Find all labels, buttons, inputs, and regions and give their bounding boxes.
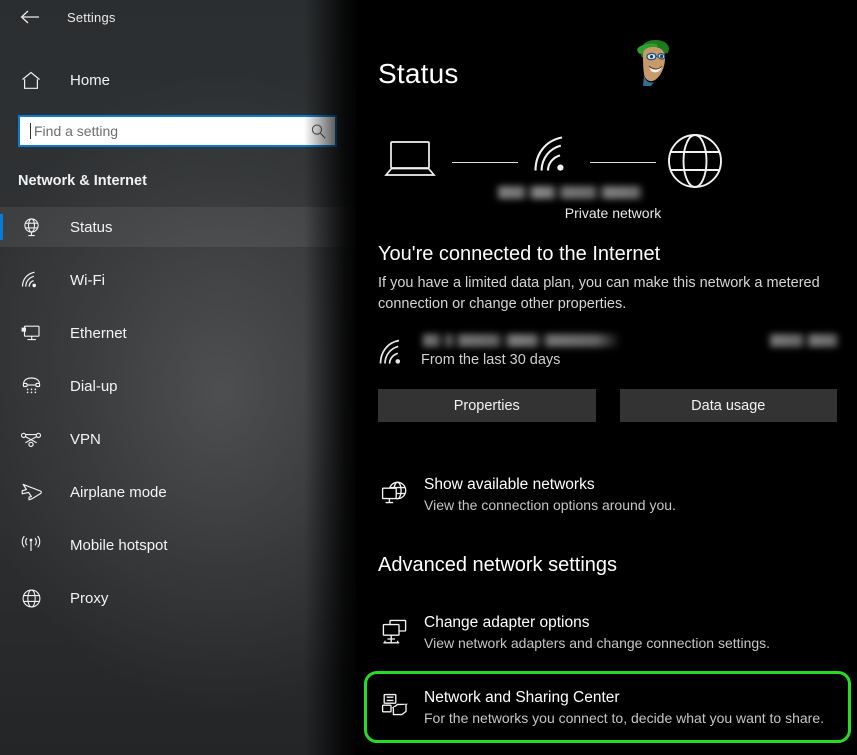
sidebar-item-label: Status bbox=[70, 218, 113, 236]
action-buttons: Properties Data usage bbox=[378, 389, 837, 422]
sidebar-item-home[interactable]: Home bbox=[0, 63, 356, 97]
airplane-icon bbox=[18, 479, 44, 505]
usage-network-name-redacted bbox=[421, 334, 621, 347]
network-sharing-center-link[interactable]: Network and Sharing Center For the netwo… bbox=[378, 688, 838, 728]
home-icon bbox=[18, 67, 44, 93]
link-title: Change adapter options bbox=[424, 614, 590, 631]
text-caret bbox=[30, 123, 31, 139]
search-input[interactable]: Find a setting bbox=[18, 115, 337, 147]
link-text-group: Network and Sharing Center For the netwo… bbox=[424, 688, 824, 728]
active-indicator bbox=[0, 214, 3, 240]
ethernet-icon bbox=[18, 320, 44, 346]
sidebar-item-label: Airplane mode bbox=[70, 483, 167, 501]
sidebar-item-label: Proxy bbox=[70, 589, 109, 607]
usage-amount-redacted bbox=[768, 334, 840, 347]
laptop-icon bbox=[382, 138, 438, 182]
network-name-redacted bbox=[496, 186, 644, 199]
sidebar-item-label: Mobile hotspot bbox=[70, 536, 168, 554]
window-title: Settings bbox=[67, 9, 116, 25]
search-icon[interactable] bbox=[310, 123, 327, 140]
sidebar-item-label: Dial-up bbox=[70, 377, 118, 395]
link-title: Network and Sharing Center bbox=[424, 689, 620, 706]
usage-period-label: From the last 30 days bbox=[421, 352, 561, 368]
sidebar-item-vpn[interactable]: VPN bbox=[0, 419, 356, 459]
advanced-settings-heading: Advanced network settings bbox=[378, 554, 618, 576]
wifi-signal-icon bbox=[378, 339, 408, 367]
sidebar-nav: Status Wi-Fi Ethernet Dial-up VPN Airpla… bbox=[0, 207, 356, 618]
properties-button[interactable]: Properties bbox=[378, 389, 596, 422]
adapter-monitors-icon bbox=[378, 615, 412, 649]
globe-status-icon bbox=[18, 214, 44, 240]
main-content: Status Private network You're connected … bbox=[356, 0, 857, 755]
sidebar-item-dialup[interactable]: Dial-up bbox=[0, 366, 356, 406]
sidebar: Settings Home Find a setting Network & I… bbox=[0, 0, 356, 755]
user-avatar-watermark bbox=[631, 36, 675, 86]
sidebar-section-heading: Network & Internet bbox=[18, 173, 147, 189]
dialup-phone-icon bbox=[18, 373, 44, 399]
wifi-icon bbox=[18, 267, 44, 293]
link-text-group: Change adapter options View network adap… bbox=[424, 613, 770, 653]
change-adapter-options-link[interactable]: Change adapter options View network adap… bbox=[378, 613, 838, 653]
network-type-label: Private network bbox=[564, 205, 662, 221]
sidebar-item-label: Ethernet bbox=[70, 324, 127, 342]
diagram-connector-left bbox=[452, 162, 518, 163]
data-usage-summary: From the last 30 days bbox=[378, 331, 840, 373]
diagram-connector-right bbox=[590, 162, 656, 163]
proxy-globe-icon bbox=[18, 585, 44, 611]
sidebar-item-mobile-hotspot[interactable]: Mobile hotspot bbox=[0, 525, 356, 565]
sidebar-item-proxy[interactable]: Proxy bbox=[0, 578, 356, 618]
connection-heading: You're connected to the Internet bbox=[378, 243, 661, 265]
link-subtitle: View network adapters and change connect… bbox=[424, 635, 771, 651]
sidebar-item-ethernet[interactable]: Ethernet bbox=[0, 313, 356, 353]
globe-icon bbox=[666, 132, 724, 190]
hotspot-icon bbox=[18, 532, 44, 558]
connection-description: If you have a limited data plan, you can… bbox=[378, 275, 820, 312]
sidebar-item-label: VPN bbox=[70, 430, 101, 448]
link-text-group: Show available networks View the connect… bbox=[424, 475, 676, 515]
network-sharing-icon bbox=[378, 690, 412, 724]
link-subtitle: For the networks you connect to, decide … bbox=[424, 710, 824, 726]
vpn-icon bbox=[18, 426, 44, 452]
link-subtitle: View the connection options around you. bbox=[424, 497, 676, 513]
search-placeholder: Find a setting bbox=[34, 123, 119, 139]
show-available-networks-link[interactable]: Show available networks View the connect… bbox=[378, 475, 838, 515]
home-label: Home bbox=[70, 71, 111, 89]
search-container: Find a setting bbox=[18, 115, 337, 147]
settings-window: Settings Home Find a setting Network & I… bbox=[0, 0, 857, 755]
sidebar-item-label: Wi-Fi bbox=[70, 271, 105, 289]
sidebar-item-status[interactable]: Status bbox=[0, 207, 356, 247]
title-bar: Settings bbox=[0, 0, 356, 34]
data-usage-button[interactable]: Data usage bbox=[619, 389, 837, 422]
page-title: Status bbox=[378, 58, 459, 89]
wifi-signal-icon bbox=[532, 135, 574, 177]
link-title: Show available networks bbox=[424, 476, 595, 493]
sidebar-item-wifi[interactable]: Wi-Fi bbox=[0, 260, 356, 300]
back-arrow-icon[interactable] bbox=[17, 4, 43, 30]
sidebar-item-airplane-mode[interactable]: Airplane mode bbox=[0, 472, 356, 512]
monitor-globe-icon bbox=[378, 477, 412, 511]
